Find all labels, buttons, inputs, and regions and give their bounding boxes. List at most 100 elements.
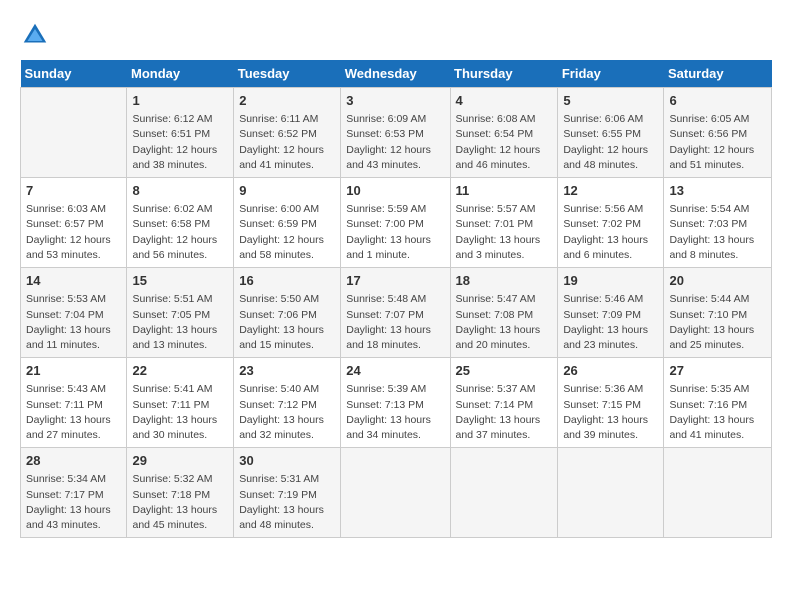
day-number: 17 xyxy=(346,272,444,290)
day-number: 6 xyxy=(669,92,766,110)
day-number: 14 xyxy=(26,272,121,290)
day-info: Sunrise: 5:46 AM Sunset: 7:09 PM Dayligh… xyxy=(563,292,658,353)
calendar-cell: 25 Sunrise: 5:37 AM Sunset: 7:14 PM Dayli… xyxy=(450,358,558,448)
day-info: Sunrise: 5:54 AM Sunset: 7:03 PM Dayligh… xyxy=(669,202,766,263)
day-info: Sunrise: 5:31 AM Sunset: 7:19 PM Dayligh… xyxy=(239,472,335,533)
calendar-cell: 6 Sunrise: 6:05 AM Sunset: 6:56 PM Daylig… xyxy=(664,88,772,178)
calendar-cell xyxy=(558,448,664,538)
calendar-cell: 14 Sunrise: 5:53 AM Sunset: 7:04 PM Dayli… xyxy=(21,268,127,358)
day-number: 18 xyxy=(456,272,553,290)
calendar-cell: 18 Sunrise: 5:47 AM Sunset: 7:08 PM Dayli… xyxy=(450,268,558,358)
day-info: Sunrise: 5:34 AM Sunset: 7:17 PM Dayligh… xyxy=(26,472,121,533)
calendar-cell: 3 Sunrise: 6:09 AM Sunset: 6:53 PM Daylig… xyxy=(341,88,450,178)
weekday-header-saturday: Saturday xyxy=(664,60,772,88)
day-number: 27 xyxy=(669,362,766,380)
weekday-row: SundayMondayTuesdayWednesdayThursdayFrid… xyxy=(21,60,772,88)
day-info: Sunrise: 5:53 AM Sunset: 7:04 PM Dayligh… xyxy=(26,292,121,353)
day-number: 10 xyxy=(346,182,444,200)
day-info: Sunrise: 5:35 AM Sunset: 7:16 PM Dayligh… xyxy=(669,382,766,443)
calendar-cell xyxy=(21,88,127,178)
day-number: 4 xyxy=(456,92,553,110)
day-number: 11 xyxy=(456,182,553,200)
day-info: Sunrise: 5:37 AM Sunset: 7:14 PM Dayligh… xyxy=(456,382,553,443)
calendar-cell: 11 Sunrise: 5:57 AM Sunset: 7:01 PM Dayli… xyxy=(450,178,558,268)
day-info: Sunrise: 5:51 AM Sunset: 7:05 PM Dayligh… xyxy=(132,292,228,353)
day-number: 3 xyxy=(346,92,444,110)
calendar-cell: 17Sunrise: 5:48 AM Sunset: 7:07 PM Dayli… xyxy=(341,268,450,358)
day-info: Sunrise: 5:56 AM Sunset: 7:02 PM Dayligh… xyxy=(563,202,658,263)
calendar-table: SundayMondayTuesdayWednesdayThursdayFrid… xyxy=(20,60,772,538)
calendar-week-2: 7 Sunrise: 6:03 AM Sunset: 6:57 PM Daylig… xyxy=(21,178,772,268)
calendar-cell: 28 Sunrise: 5:34 AM Sunset: 7:17 PM Dayli… xyxy=(21,448,127,538)
day-info: Sunrise: 5:43 AM Sunset: 7:11 PM Dayligh… xyxy=(26,382,121,443)
day-number: 19 xyxy=(563,272,658,290)
calendar-cell: 13 Sunrise: 5:54 AM Sunset: 7:03 PM Dayli… xyxy=(664,178,772,268)
calendar-cell: 9 Sunrise: 6:00 AM Sunset: 6:59 PM Daylig… xyxy=(234,178,341,268)
day-info: Sunrise: 6:00 AM Sunset: 6:59 PM Dayligh… xyxy=(239,202,335,263)
day-info: Sunrise: 6:12 AM Sunset: 6:51 PM Dayligh… xyxy=(132,112,228,173)
day-info: Sunrise: 6:02 AM Sunset: 6:58 PM Dayligh… xyxy=(132,202,228,263)
day-number: 23 xyxy=(239,362,335,380)
day-number: 24 xyxy=(346,362,444,380)
day-number: 20 xyxy=(669,272,766,290)
day-number: 5 xyxy=(563,92,658,110)
day-number: 2 xyxy=(239,92,335,110)
day-number: 1 xyxy=(132,92,228,110)
day-info: Sunrise: 5:44 AM Sunset: 7:10 PM Dayligh… xyxy=(669,292,766,353)
day-info: Sunrise: 6:05 AM Sunset: 6:56 PM Dayligh… xyxy=(669,112,766,173)
calendar-cell xyxy=(341,448,450,538)
calendar-week-1: 1 Sunrise: 6:12 AM Sunset: 6:51 PM Daylig… xyxy=(21,88,772,178)
calendar-cell xyxy=(450,448,558,538)
weekday-header-tuesday: Tuesday xyxy=(234,60,341,88)
day-info: Sunrise: 5:32 AM Sunset: 7:18 PM Dayligh… xyxy=(132,472,228,533)
day-info: Sunrise: 5:57 AM Sunset: 7:01 PM Dayligh… xyxy=(456,202,553,263)
day-number: 30 xyxy=(239,452,335,470)
day-number: 26 xyxy=(563,362,658,380)
page-header xyxy=(20,20,772,50)
day-info: Sunrise: 6:08 AM Sunset: 6:54 PM Dayligh… xyxy=(456,112,553,173)
day-info: Sunrise: 5:47 AM Sunset: 7:08 PM Dayligh… xyxy=(456,292,553,353)
calendar-cell: 21 Sunrise: 5:43 AM Sunset: 7:11 PM Dayli… xyxy=(21,358,127,448)
calendar-cell: 8 Sunrise: 6:02 AM Sunset: 6:58 PM Daylig… xyxy=(127,178,234,268)
calendar-cell: 7 Sunrise: 6:03 AM Sunset: 6:57 PM Daylig… xyxy=(21,178,127,268)
day-number: 29 xyxy=(132,452,228,470)
day-number: 28 xyxy=(26,452,121,470)
day-number: 7 xyxy=(26,182,121,200)
logo-icon xyxy=(20,20,50,50)
weekday-header-monday: Monday xyxy=(127,60,234,88)
calendar-cell: 22 Sunrise: 5:41 AM Sunset: 7:11 PM Dayli… xyxy=(127,358,234,448)
day-info: Sunrise: 6:09 AM Sunset: 6:53 PM Dayligh… xyxy=(346,112,444,173)
weekday-header-wednesday: Wednesday xyxy=(341,60,450,88)
calendar-cell: 19 Sunrise: 5:46 AM Sunset: 7:09 PM Dayli… xyxy=(558,268,664,358)
calendar-cell: 4 Sunrise: 6:08 AM Sunset: 6:54 PM Daylig… xyxy=(450,88,558,178)
day-number: 22 xyxy=(132,362,228,380)
calendar-cell: 1 Sunrise: 6:12 AM Sunset: 6:51 PM Daylig… xyxy=(127,88,234,178)
day-info: Sunrise: 5:50 AM Sunset: 7:06 PM Dayligh… xyxy=(239,292,335,353)
day-info: Sunrise: 6:03 AM Sunset: 6:57 PM Dayligh… xyxy=(26,202,121,263)
calendar-cell: 30 Sunrise: 5:31 AM Sunset: 7:19 PM Dayli… xyxy=(234,448,341,538)
calendar-cell: 15Sunrise: 5:51 AM Sunset: 7:05 PM Dayli… xyxy=(127,268,234,358)
day-number: 8 xyxy=(132,182,228,200)
calendar-cell: 2 Sunrise: 6:11 AM Sunset: 6:52 PM Daylig… xyxy=(234,88,341,178)
weekday-header-thursday: Thursday xyxy=(450,60,558,88)
day-number: 25 xyxy=(456,362,553,380)
calendar-cell: 5Sunrise: 6:06 AM Sunset: 6:55 PM Daylig… xyxy=(558,88,664,178)
logo xyxy=(20,20,55,50)
calendar-header: SundayMondayTuesdayWednesdayThursdayFrid… xyxy=(21,60,772,88)
day-number: 13 xyxy=(669,182,766,200)
day-info: Sunrise: 5:40 AM Sunset: 7:12 PM Dayligh… xyxy=(239,382,335,443)
calendar-cell: 23 Sunrise: 5:40 AM Sunset: 7:12 PM Dayli… xyxy=(234,358,341,448)
day-number: 21 xyxy=(26,362,121,380)
day-info: Sunrise: 5:36 AM Sunset: 7:15 PM Dayligh… xyxy=(563,382,658,443)
calendar-body: 1 Sunrise: 6:12 AM Sunset: 6:51 PM Daylig… xyxy=(21,88,772,538)
weekday-header-sunday: Sunday xyxy=(21,60,127,88)
calendar-cell: 26 Sunrise: 5:36 AM Sunset: 7:15 PM Dayli… xyxy=(558,358,664,448)
calendar-cell: 12Sunrise: 5:56 AM Sunset: 7:02 PM Dayli… xyxy=(558,178,664,268)
day-info: Sunrise: 6:11 AM Sunset: 6:52 PM Dayligh… xyxy=(239,112,335,173)
calendar-cell xyxy=(664,448,772,538)
day-number: 9 xyxy=(239,182,335,200)
calendar-week-5: 28 Sunrise: 5:34 AM Sunset: 7:17 PM Dayli… xyxy=(21,448,772,538)
day-info: Sunrise: 5:41 AM Sunset: 7:11 PM Dayligh… xyxy=(132,382,228,443)
calendar-cell: 20 Sunrise: 5:44 AM Sunset: 7:10 PM Dayli… xyxy=(664,268,772,358)
calendar-cell: 16Sunrise: 5:50 AM Sunset: 7:06 PM Dayli… xyxy=(234,268,341,358)
